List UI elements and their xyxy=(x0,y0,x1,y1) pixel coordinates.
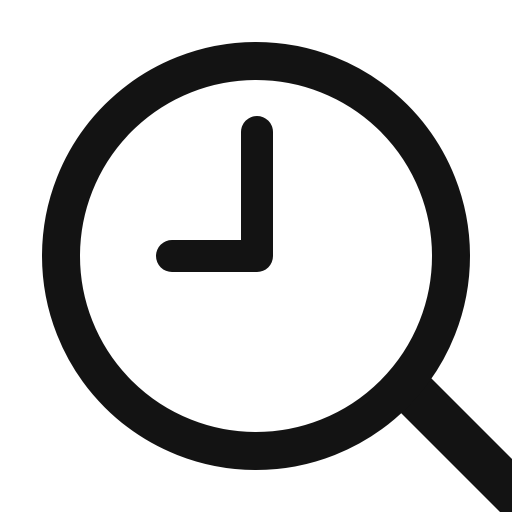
search-history-icon[interactable] xyxy=(0,0,512,512)
icon-canvas xyxy=(0,0,512,512)
search-history-icon-svg xyxy=(0,0,512,512)
